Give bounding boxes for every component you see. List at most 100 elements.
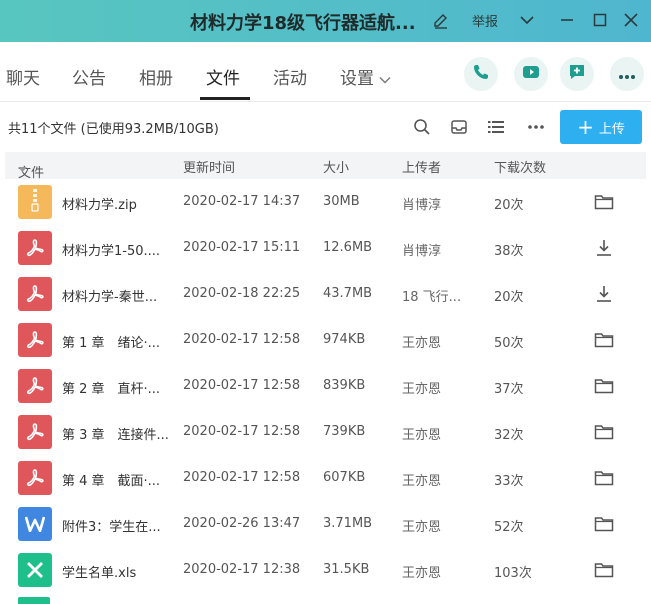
file-row[interactable]: 第 3 章 连接件... 2020-02-17 12:58 739KB 王亦恩 32次: [5, 409, 646, 455]
upload-button[interactable]: + 上传: [560, 110, 642, 144]
column-header-time[interactable]: 更新时间: [183, 157, 235, 176]
tab-announcement[interactable]: 公告: [72, 64, 106, 89]
file-uploader: 18 飞行...: [402, 290, 462, 305]
folder-icon[interactable]: [593, 421, 615, 443]
file-row[interactable]: 材料力学.zip 2020-02-17 14:37 30MB 肖博淳 20次: [5, 179, 646, 225]
maximize-icon[interactable]: [589, 9, 611, 31]
file-name[interactable]: 第 4 章 截面·...: [62, 470, 160, 489]
plus-icon: +: [577, 115, 594, 139]
file-row[interactable]: 材料力学1-50.... 2020-02-17 15:11 12.6MB 肖博淳 38次: [5, 225, 646, 271]
chevron-down-icon: [379, 69, 391, 89]
close-icon[interactable]: [620, 9, 642, 31]
pdf-file-icon: [18, 461, 52, 495]
chat-plus-icon: [567, 62, 587, 86]
file-size: 30MB: [323, 194, 360, 209]
inbox-icon[interactable]: [449, 117, 469, 137]
folder-icon[interactable]: [593, 191, 615, 213]
phone-icon: [472, 63, 490, 85]
file-download-count: 38次: [494, 244, 524, 259]
tab-activity[interactable]: 活动: [273, 64, 307, 89]
file-updated-time: 2020-02-26 13:47: [183, 516, 301, 531]
tab-settings-label: 设置: [340, 69, 374, 89]
pdf-file-icon: [18, 415, 52, 449]
search-icon[interactable]: [412, 117, 432, 137]
file-updated-time: 2020-02-17 12:58: [183, 424, 301, 439]
add-message-button[interactable]: [560, 57, 594, 91]
folder-icon[interactable]: [593, 559, 615, 581]
column-header-downloads[interactable]: 下载次数: [494, 157, 546, 176]
file-name[interactable]: 材料力学.zip: [62, 194, 137, 213]
file-updated-time: 2020-02-17 12:58: [183, 470, 301, 485]
file-row[interactable]: 附件3：学生在... 2020-02-26 13:47 3.71MB 王亦恩 52次: [5, 501, 646, 547]
chevron-down-icon[interactable]: [516, 9, 538, 31]
file-name[interactable]: 材料力学1-50....: [62, 240, 160, 259]
title-bar: 材料力学18级飞行器适航... 举报: [0, 0, 651, 42]
file-uploader: 王亦恩: [402, 336, 442, 351]
folder-icon[interactable]: [593, 329, 615, 351]
file-uploader: 王亦恩: [402, 520, 442, 535]
file-download-count: 52次: [494, 520, 524, 535]
file-row[interactable]: 第 4 章 截面·... 2020-02-17 12:58 607KB 王亦恩 33次: [5, 455, 646, 501]
file-size: 839KB: [323, 378, 366, 393]
file-updated-time: 2020-02-18 22:25: [183, 286, 301, 301]
file-download-count: 33次: [494, 474, 524, 489]
download-icon[interactable]: [593, 283, 615, 305]
file-size: 31.5KB: [323, 562, 370, 577]
more-button[interactable]: [610, 57, 644, 91]
file-row[interactable]: 第 2 章 直杆·... 2020-02-17 12:58 839KB 王亦恩 37次: [5, 363, 646, 409]
active-tab-indicator: [200, 97, 250, 100]
file-name[interactable]: 第 3 章 连接件...: [62, 424, 169, 443]
video-icon: [521, 63, 541, 85]
file-size: 12.6MB: [323, 240, 373, 255]
tab-settings[interactable]: 设置: [340, 64, 391, 89]
file-updated-time: 2020-02-17 12:58: [183, 378, 301, 393]
file-size: 974KB: [323, 332, 366, 347]
tab-files[interactable]: 文件: [206, 64, 240, 89]
file-name[interactable]: 第 1 章 绪论·...: [62, 332, 160, 351]
file-download-count: 20次: [494, 198, 524, 213]
upload-label: 上传: [598, 121, 625, 137]
tabs-bar: 聊天 公告 相册 文件 活动 设置: [0, 42, 651, 102]
file-download-count: 32次: [494, 428, 524, 443]
column-header-size[interactable]: 大小: [323, 157, 349, 176]
file-updated-time: 2020-02-17 14:37: [183, 194, 301, 209]
more-icon: [618, 65, 636, 84]
file-size: 3.71MB: [323, 516, 373, 531]
folder-icon[interactable]: [593, 375, 615, 397]
file-name[interactable]: 材料力学-秦世...: [62, 286, 157, 305]
tab-album[interactable]: 相册: [139, 64, 173, 89]
pdf-file-icon: [18, 277, 52, 311]
file-name[interactable]: 附件3：学生在...: [62, 516, 161, 535]
column-header-uploader[interactable]: 上传者: [402, 157, 441, 176]
file-updated-time: 2020-02-17 12:58: [183, 332, 301, 347]
xls-file-icon: [18, 553, 52, 587]
download-icon[interactable]: [593, 237, 615, 259]
file-row[interactable]: 第 1 章 绪论·... 2020-02-17 12:58 974KB 王亦恩 50次: [5, 317, 646, 363]
file-size: 739KB: [323, 424, 366, 439]
minimize-icon[interactable]: [556, 9, 578, 31]
video-call-button[interactable]: [514, 57, 548, 91]
file-uploader: 王亦恩: [402, 382, 442, 397]
file-name[interactable]: 第 2 章 直杆·...: [62, 378, 160, 397]
sort-down-icon: [18, 162, 27, 177]
doc-file-icon: [18, 507, 52, 541]
file-summary: 共11个文件 (已使用93.2MB/10GB): [8, 122, 219, 137]
folder-icon[interactable]: [593, 513, 615, 535]
file-download-count: 50次: [494, 336, 524, 351]
tab-chat[interactable]: 聊天: [6, 64, 40, 89]
file-download-count: 103次: [494, 566, 532, 581]
file-uploader: 肖博淳: [402, 244, 442, 259]
edit-icon[interactable]: [432, 12, 450, 30]
file-name[interactable]: 学生名单.xls: [62, 562, 136, 581]
file-table-header: 文件 更新时间 大小 上传者 下载次数: [5, 152, 646, 181]
folder-icon[interactable]: [593, 467, 615, 489]
report-link[interactable]: 举报: [472, 11, 498, 30]
zip-file-icon: [18, 185, 52, 219]
file-updated-time: 2020-02-17 15:11: [183, 240, 301, 255]
list-view-icon[interactable]: [486, 117, 506, 137]
pdf-file-icon: [18, 323, 52, 357]
more-options-icon[interactable]: [526, 117, 546, 137]
phone-button[interactable]: [464, 57, 498, 91]
file-row[interactable]: 学生名单.xls 2020-02-17 12:38 31.5KB 王亦恩 103次: [5, 547, 646, 593]
file-row[interactable]: 材料力学-秦世... 2020-02-18 22:25 43.7MB 18 飞行...…: [5, 271, 646, 317]
